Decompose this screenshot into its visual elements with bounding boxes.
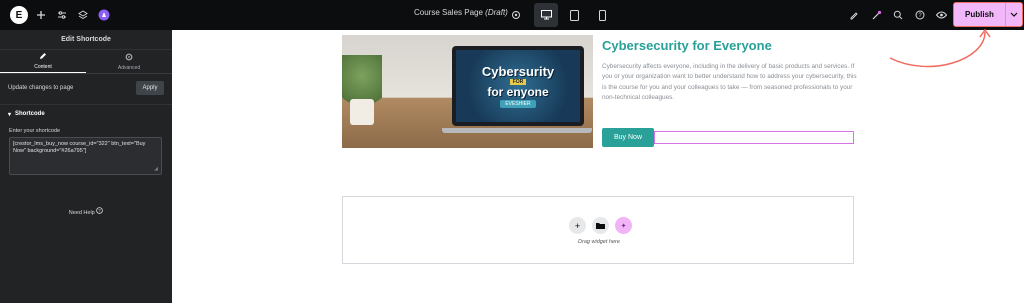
top-bar: E Course Sales Page (Draft) ? Publish (0, 0, 1024, 30)
shortcode-field-label: Enter your shortcode (9, 128, 61, 134)
tab-content[interactable]: Content (0, 50, 86, 73)
apply-row: Update changes to page Apply (8, 80, 164, 96)
resize-grip-icon[interactable]: ◢ (154, 166, 158, 172)
ai-sparkle-icon[interactable]: ✦ (615, 217, 632, 234)
apply-text: Update changes to page (8, 85, 74, 91)
folder-icon[interactable] (592, 217, 609, 234)
laptop-illustration: Cybersurity FOR for enyone EVESHIER (452, 46, 584, 126)
responsive-mode-switcher (534, 3, 614, 27)
tab-advanced[interactable]: Advanced (86, 50, 172, 73)
help-circle-icon: ? (96, 207, 104, 216)
need-help-link[interactable]: Need Help ? (0, 207, 172, 216)
buy-now-button[interactable]: Buy Now (602, 128, 654, 147)
preview-icon[interactable] (932, 6, 950, 24)
course-image[interactable]: Cybersurity FOR for enyone EVESHIER (342, 35, 593, 148)
page-status: (Draft) (485, 8, 508, 17)
shortcode-textarea[interactable]: [crestor_lms_buy_now course_id="322" btn… (9, 137, 162, 175)
chevron-down-icon[interactable] (1006, 3, 1022, 26)
shortcode-widget-outline[interactable] (654, 131, 854, 144)
shortcode-value: [crestor_lms_buy_now course_id="322" btn… (13, 141, 146, 154)
tab-content-label: Content (34, 64, 52, 70)
dropzone-text: Drag widget here (578, 239, 620, 245)
panel-title: Edit Shortcode (0, 30, 172, 50)
ai-icon[interactable] (95, 6, 113, 24)
gear-icon[interactable] (507, 6, 525, 24)
desktop-icon[interactable] (534, 3, 558, 27)
pencil-icon (39, 52, 47, 62)
empty-section-dropzone[interactable]: + ✦ Drag widget here (342, 196, 854, 264)
editor-panel: Edit Shortcode Content Advanced Update c… (0, 30, 172, 303)
marker-icon[interactable] (845, 6, 863, 24)
laptop-base (442, 128, 592, 133)
tablet-icon[interactable] (562, 3, 586, 27)
svg-text:?: ? (99, 208, 102, 213)
plant-pot (350, 99, 374, 125)
image-text-line4: EVESHIER (500, 99, 536, 108)
help-icon[interactable]: ? (911, 6, 929, 24)
page-canvas: Cybersurity FOR for enyone EVESHIER Cybe… (172, 30, 1024, 303)
gear-icon (125, 53, 133, 63)
panel-tabs: Content Advanced (0, 50, 172, 74)
publish-button-group: Publish (953, 2, 1023, 27)
image-text-line1: Cybersurity (481, 63, 555, 79)
elementor-logo-icon[interactable]: E (10, 6, 28, 24)
page-title[interactable]: Course Sales Page (Draft) (414, 8, 508, 17)
section-header[interactable]: ▾ Shortcode (0, 105, 172, 124)
shortcode-section[interactable]: ▾ Shortcode (0, 104, 172, 124)
caret-down-icon: ▾ (8, 112, 12, 118)
search-icon[interactable] (889, 6, 907, 24)
plus-icon[interactable] (32, 6, 50, 24)
dropzone-actions: + ✦ (569, 217, 632, 234)
tab-advanced-label: Advanced (117, 64, 141, 71)
mobile-icon[interactable] (590, 3, 614, 27)
image-text-line2: FOR (509, 78, 527, 85)
need-help-text: Need Help (68, 210, 95, 216)
add-section-plus-icon[interactable]: + (569, 217, 586, 234)
apply-button[interactable]: Apply (136, 81, 164, 95)
laptop-screen: Cybersurity FOR for enyone EVESHIER (456, 50, 580, 122)
section-title: Shortcode (15, 111, 45, 117)
course-heading[interactable]: Cybersecurity for Everyone (602, 38, 772, 53)
layers-icon[interactable] (74, 6, 92, 24)
course-description[interactable]: Cybersecurity affects everyone, includin… (602, 62, 862, 104)
image-text-line3: for enyone (487, 84, 549, 99)
notifications-icon[interactable] (867, 6, 885, 24)
page-title-text: Course Sales Page (414, 8, 483, 17)
publish-button[interactable]: Publish (954, 3, 1006, 26)
sliders-icon[interactable] (53, 6, 71, 24)
